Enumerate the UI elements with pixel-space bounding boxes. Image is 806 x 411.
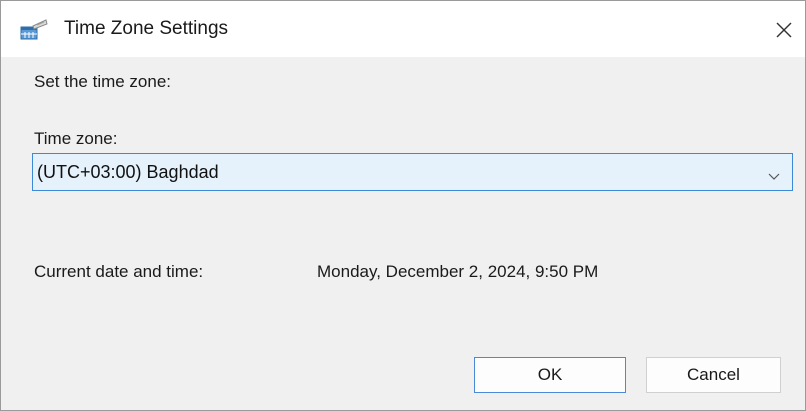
close-button[interactable] <box>769 15 799 45</box>
window-title: Time Zone Settings <box>64 18 229 39</box>
time-zone-selected-value: (UTC+03:00) Baghdad <box>37 162 219 182</box>
time-zone-settings-icon <box>19 17 49 43</box>
current-date-time-value: Monday, December 2, 2024, 9:50 PM <box>317 262 599 281</box>
cancel-button[interactable]: Cancel <box>646 357 781 393</box>
time-zone-dropdown[interactable]: (UTC+03:00) Baghdad <box>32 153 793 191</box>
time-zone-settings-dialog: Time Zone Settings Set the time zone: Ti… <box>0 0 806 411</box>
ok-button[interactable]: OK <box>474 357 626 393</box>
title-bar: Time Zone Settings <box>1 1 805 57</box>
close-icon <box>776 22 792 38</box>
time-zone-label: Time zone: <box>34 129 118 148</box>
current-date-time-label: Current date and time: <box>34 262 204 281</box>
chevron-down-icon <box>768 168 780 180</box>
instruction-text: Set the time zone: <box>34 72 172 91</box>
